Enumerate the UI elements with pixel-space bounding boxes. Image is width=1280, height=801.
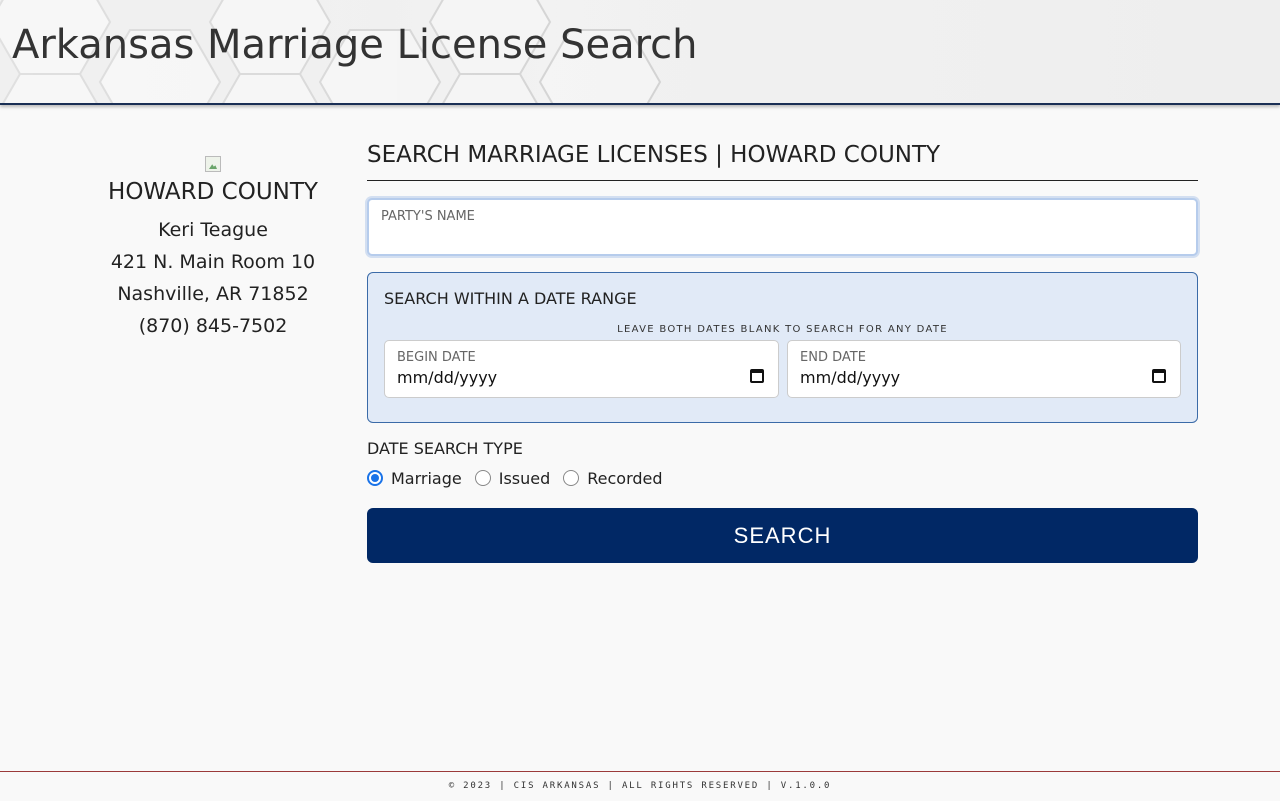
site-title: Arkansas Marriage License Search: [12, 22, 698, 68]
page-footer: © 2023 | CIS ARKANSAS | ALL RIGHTS RESER…: [0, 771, 1280, 800]
county-info-panel: HOWARD COUNTY Keri Teague 421 N. Main Ro…: [88, 156, 338, 342]
radio-marriage[interactable]: Marriage: [367, 469, 462, 488]
radio-issued-circle[interactable]: [474, 470, 491, 486]
date-range-hint: LEAVE BOTH DATES BLANK TO SEARCH FOR ANY…: [617, 324, 948, 335]
radio-marriage-circle[interactable]: [367, 470, 383, 486]
date-range-title: SEARCH WITHIN A DATE RANGE: [384, 289, 637, 308]
radio-issued[interactable]: Issued: [474, 469, 551, 488]
date-search-type-label: DATE SEARCH TYPE: [367, 439, 523, 458]
party-name-input[interactable]: [379, 226, 1179, 250]
begin-date-field[interactable]: BEGIN DATE mm/dd/yyyy: [384, 340, 779, 398]
end-date-input[interactable]: mm/dd/yyyy: [800, 368, 900, 387]
party-name-field[interactable]: PARTY'S NAME: [367, 198, 1198, 256]
end-date-label: END DATE: [800, 350, 866, 365]
begin-date-label: BEGIN DATE: [397, 350, 476, 365]
radio-recorded-circle[interactable]: [563, 470, 580, 486]
clerk-name: Keri Teague: [158, 219, 268, 241]
phone-number: (870) 845-7502: [138, 315, 288, 337]
radio-recorded-label[interactable]: Recorded: [587, 469, 662, 488]
address-line-1: 421 N. Main Room 10: [110, 251, 316, 273]
calendar-icon[interactable]: [1152, 369, 1166, 383]
radio-marriage-label[interactable]: Marriage: [391, 469, 462, 488]
county-name: HOWARD COUNTY: [108, 179, 318, 205]
search-button[interactable]: SEARCH: [367, 508, 1198, 563]
radio-issued-label[interactable]: Issued: [499, 469, 551, 488]
party-name-label: PARTY'S NAME: [381, 209, 475, 224]
calendar-icon[interactable]: [750, 369, 764, 383]
date-search-type-group: Marriage Issued Recorded: [367, 467, 1198, 489]
broken-image-icon: [205, 156, 221, 172]
begin-date-input[interactable]: mm/dd/yyyy: [397, 368, 497, 387]
address-line-2: Nashville, AR 71852: [117, 283, 309, 305]
date-range-panel: SEARCH WITHIN A DATE RANGE LEAVE BOTH DA…: [367, 272, 1198, 423]
page-title: SEARCH MARRIAGE LICENSES | HOWARD COUNTY: [367, 140, 1198, 181]
page-header: Arkansas Marriage License Search: [0, 0, 1280, 105]
search-form: SEARCH MARRIAGE LICENSES | HOWARD COUNTY…: [367, 140, 1198, 563]
end-date-field[interactable]: END DATE mm/dd/yyyy: [787, 340, 1181, 398]
radio-recorded[interactable]: Recorded: [563, 469, 663, 488]
